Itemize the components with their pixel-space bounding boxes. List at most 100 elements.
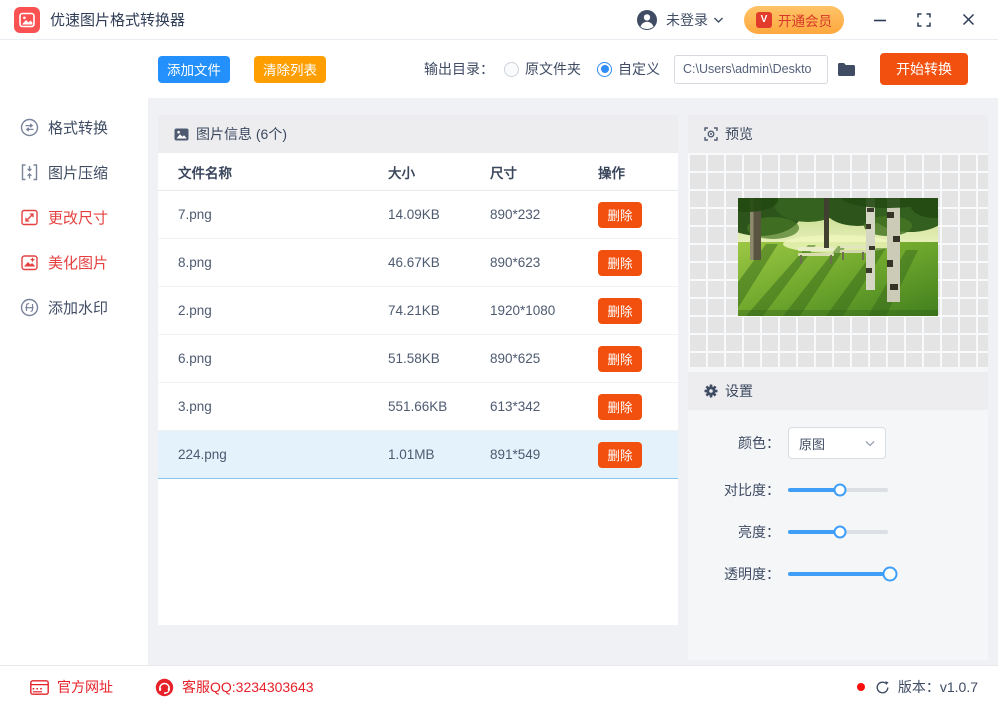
file-dimension: 891*549: [490, 447, 541, 462]
col-size: 大小: [388, 165, 415, 181]
brightness-label: 亮度：: [738, 524, 780, 540]
radio-custom-folder[interactable]: 自定义: [597, 59, 660, 79]
slider-thumb[interactable]: [833, 525, 847, 539]
radio-circle-checked: [597, 61, 612, 77]
delete-button[interactable]: 删除: [598, 201, 642, 228]
minimize-button[interactable]: [872, 12, 888, 28]
preview-eye-icon: [704, 127, 718, 141]
sidebar: 格式转换 图片压缩 更改尺寸 美化图片 添加水印: [0, 40, 148, 665]
add-watermark-icon: [20, 298, 39, 317]
file-table-header: 图片信息 (6个): [158, 115, 678, 153]
sidebar-item-format-convert[interactable]: 格式转换: [0, 105, 148, 150]
toolbar: 添加文件 清除列表 输出目录： 原文件夹 自定义 开始转换: [148, 40, 998, 98]
table-row[interactable]: 8.png 46.67KB 890*623 删除: [158, 239, 678, 287]
settings-header: 设置: [688, 372, 988, 410]
slider-thumb[interactable]: [882, 566, 898, 582]
close-button[interactable]: [960, 12, 976, 28]
support-qq-link[interactable]: 客服QQ:3234303643: [155, 677, 314, 697]
vip-label: 开通会员: [778, 13, 832, 29]
sidebar-item-label: 添加水印: [48, 300, 109, 317]
output-dir-group: 输出目录： 原文件夹 自定义 开始转换: [424, 53, 968, 85]
file-table-title: 图片信息 (6个): [196, 126, 287, 142]
file-table-panel: 图片信息 (6个) 文件名称 大小 尺寸 操作 7.png 14.09KB 89…: [158, 115, 678, 625]
file-size: 1.01MB: [388, 447, 435, 462]
vip-upgrade-button[interactable]: V 开通会员: [744, 5, 844, 34]
file-name: 7.png: [178, 207, 212, 222]
file-name: 8.png: [178, 255, 212, 270]
login-status[interactable]: 未登录: [666, 10, 708, 30]
file-dimension: 1920*1080: [490, 303, 556, 318]
opacity-setting-row: 透明度：: [688, 558, 988, 590]
contrast-setting-row: 对比度：: [688, 474, 988, 506]
output-dir-label: 输出目录：: [424, 61, 494, 77]
col-dimension: 尺寸: [490, 165, 517, 181]
update-dot-icon: [856, 683, 865, 691]
chevron-down-icon[interactable]: [713, 16, 724, 24]
table-row[interactable]: 7.png 14.09KB 890*232 删除: [158, 191, 678, 239]
color-select-value: 原图: [799, 436, 826, 452]
sidebar-item-beautify[interactable]: 美化图片: [0, 240, 148, 285]
image-info-icon: [174, 128, 189, 141]
color-setting-row: 颜色： 原图: [688, 426, 988, 460]
file-size: 551.66KB: [388, 399, 448, 414]
slider-fill: [788, 488, 840, 492]
opacity-slider[interactable]: [788, 566, 898, 582]
maximize-button[interactable]: [916, 12, 932, 28]
delete-button[interactable]: 删除: [598, 345, 642, 372]
titlebar-right: 未登录 V 开通会员: [636, 5, 976, 34]
table-row[interactable]: 3.png 551.66KB 613*342 删除: [158, 383, 678, 431]
select-chevron-icon: [865, 440, 875, 446]
file-size: 14.09KB: [388, 207, 440, 222]
sidebar-item-resize[interactable]: 更改尺寸: [0, 195, 148, 240]
file-size: 46.67KB: [388, 255, 440, 270]
titlebar: 优速图片格式转换器 未登录 V 开通会员: [0, 0, 998, 40]
radio-custom-label: 自定义: [618, 61, 660, 77]
slider-fill: [788, 530, 840, 534]
table-row-selected[interactable]: 224.png 1.01MB 891*549 删除: [158, 431, 678, 479]
file-size: 74.21KB: [388, 303, 440, 318]
sidebar-item-watermark[interactable]: 添加水印: [0, 285, 148, 330]
contrast-slider[interactable]: [788, 483, 888, 497]
footer-right: 版本：v1.0.7: [856, 677, 978, 697]
color-label: 颜色：: [738, 435, 780, 451]
delete-button[interactable]: 删除: [598, 441, 642, 468]
resize-icon: [20, 208, 39, 227]
website-label: 官方网址: [57, 679, 113, 695]
headset-icon: [155, 678, 174, 697]
browse-folder-icon[interactable]: [837, 62, 856, 77]
preview-settings-panel: 预览 设置 颜色： 原图 对比度： 亮度： 透明度：: [688, 115, 988, 660]
sidebar-item-label: 格式转换: [48, 120, 109, 137]
slider-thumb[interactable]: [833, 483, 847, 497]
brightness-setting-row: 亮度：: [688, 516, 988, 548]
col-action: 操作: [598, 165, 625, 181]
official-website-link[interactable]: 官方网址: [30, 677, 113, 697]
table-row[interactable]: 6.png 51.58KB 890*625 删除: [158, 335, 678, 383]
opacity-label: 透明度：: [724, 566, 780, 582]
radio-original-label: 原文件夹: [525, 61, 581, 77]
output-path-input[interactable]: [674, 54, 828, 84]
settings-title: 设置: [725, 383, 753, 399]
brightness-slider[interactable]: [788, 525, 888, 539]
sidebar-item-label: 美化图片: [48, 255, 109, 272]
delete-button[interactable]: 删除: [598, 393, 642, 420]
delete-button[interactable]: 删除: [598, 297, 642, 324]
radio-original-folder[interactable]: 原文件夹: [504, 59, 581, 79]
delete-button[interactable]: 删除: [598, 249, 642, 276]
table-header-row: 文件名称 大小 尺寸 操作: [158, 153, 678, 191]
check-update-icon[interactable]: [875, 680, 890, 695]
file-name: 224.png: [178, 447, 227, 462]
color-select[interactable]: 原图: [788, 427, 886, 459]
table-row[interactable]: 2.png 74.21KB 1920*1080 删除: [158, 287, 678, 335]
app-title: 优速图片格式转换器: [50, 12, 186, 29]
sidebar-item-label: 图片压缩: [48, 165, 109, 182]
preview-checkerboard: [688, 153, 988, 367]
start-convert-button[interactable]: 开始转换: [880, 53, 968, 85]
clear-list-button[interactable]: 清除列表: [254, 55, 326, 83]
sidebar-item-image-compress[interactable]: 图片压缩: [0, 150, 148, 195]
col-name: 文件名称: [178, 165, 232, 181]
image-compress-icon: [20, 163, 39, 182]
file-dimension: 890*232: [490, 207, 541, 222]
add-files-button[interactable]: 添加文件: [158, 55, 230, 83]
user-avatar-icon[interactable]: [636, 9, 658, 31]
preview-image: [738, 198, 938, 316]
